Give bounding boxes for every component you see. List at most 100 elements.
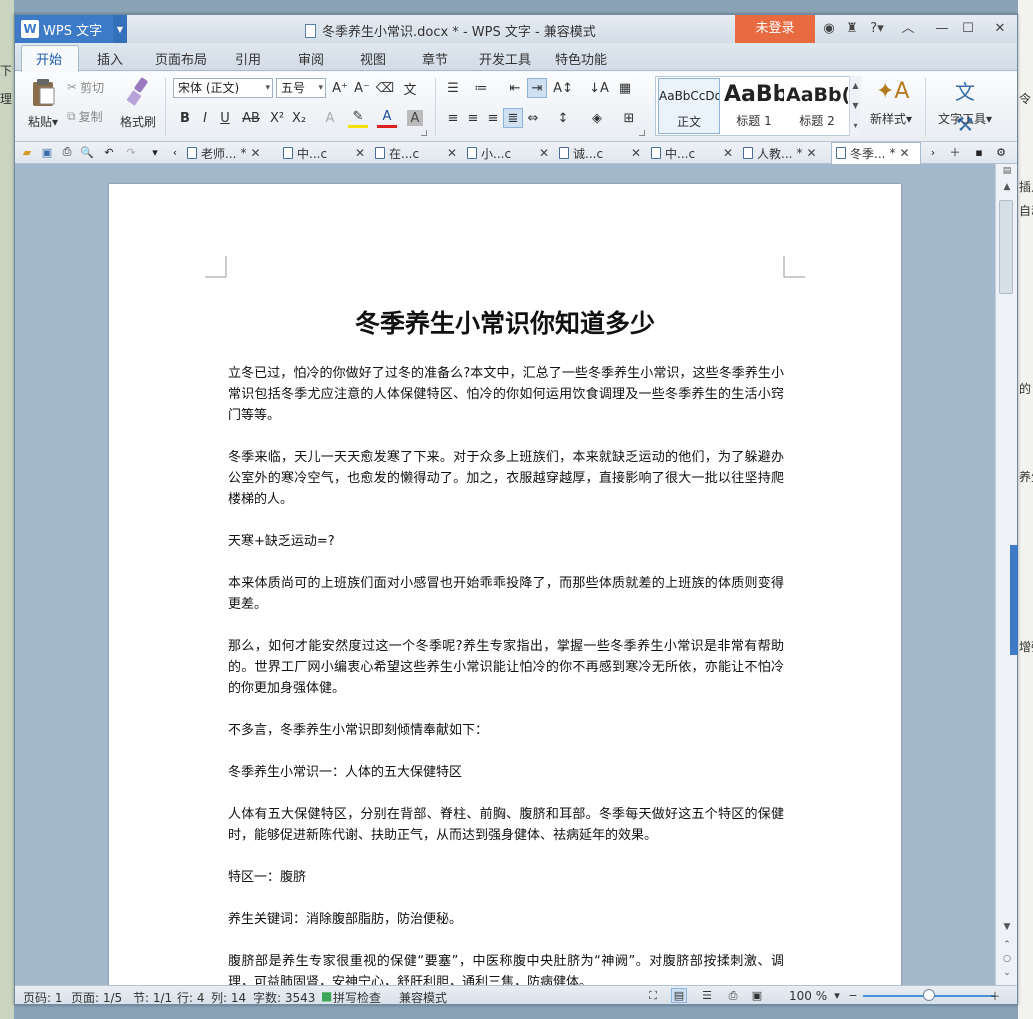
- style-heading1[interactable]: AaBb 标题 1: [724, 78, 784, 134]
- justify-icon[interactable]: ≣: [503, 108, 523, 128]
- tab-references[interactable]: 引用: [235, 49, 261, 68]
- highlight-icon[interactable]: ✎: [348, 108, 368, 128]
- increase-indent-icon[interactable]: ⇥: [527, 78, 547, 98]
- status-row[interactable]: 行: 4: [177, 989, 205, 1004]
- border-icon[interactable]: ⊞: [619, 108, 639, 128]
- status-pages[interactable]: 页面: 1/5: [71, 989, 122, 1004]
- shrink-font-icon[interactable]: A⁻: [352, 78, 372, 98]
- settings-icon[interactable]: ⚙: [993, 144, 1009, 160]
- scroll-up-icon[interactable]: ▲: [999, 182, 1015, 196]
- new-tab-icon[interactable]: ＋: [947, 144, 963, 160]
- document-page[interactable]: 冬季养生小常识你知道多少 立冬已过，怕冷的你做好了过冬的准备么?本文中，汇总了一…: [109, 184, 901, 1004]
- paragraph-dialog-launcher[interactable]: [639, 130, 645, 136]
- doc-tab-active[interactable]: 冬季... * ✕: [831, 142, 921, 164]
- status-word-count[interactable]: 字数: 3543: [253, 989, 315, 1004]
- fullscreen-icon[interactable]: ⛶: [645, 988, 661, 1003]
- tab-chapter[interactable]: 章节: [422, 49, 448, 68]
- collapse-ribbon-icon[interactable]: ︿: [899, 20, 917, 38]
- doc-tab[interactable]: 老师... * ✕: [187, 143, 261, 163]
- tab-special-features[interactable]: 特色功能: [555, 49, 607, 68]
- open-icon[interactable]: ▰: [19, 144, 35, 160]
- cut-button[interactable]: ✂ 剪切: [67, 77, 104, 97]
- close-tab-icon[interactable]: ✕: [806, 146, 816, 160]
- clear-format-icon[interactable]: ⌫: [375, 78, 395, 98]
- style-normal[interactable]: AaBbCcDd 正文: [658, 78, 720, 134]
- paste-button[interactable]: 粘贴▾: [23, 76, 63, 130]
- align-right-icon[interactable]: ≡: [483, 108, 503, 128]
- italic-icon[interactable]: I: [195, 108, 215, 128]
- tab-insert[interactable]: 插入: [97, 49, 123, 68]
- close-tab-icon[interactable]: ✕: [723, 146, 733, 160]
- table-icon[interactable]: ▦: [615, 78, 635, 98]
- shading-icon[interactable]: ◈: [587, 108, 607, 128]
- quick-access-dropdown-icon[interactable]: ▾: [147, 144, 163, 160]
- style-gallery-scroll[interactable]: ▲ ▼ ▾: [849, 76, 861, 136]
- minimize-icon[interactable]: —: [933, 20, 951, 38]
- tab-home[interactable]: 开始: [36, 49, 62, 68]
- close-tab-icon[interactable]: ✕: [250, 146, 260, 160]
- font-dialog-launcher[interactable]: [421, 130, 427, 136]
- tab-page-layout[interactable]: 页面布局: [155, 49, 207, 68]
- redo-icon[interactable]: ↷: [123, 144, 139, 160]
- doc-tab[interactable]: 中...c ✕: [651, 143, 733, 163]
- text-tools-button[interactable]: 文⚒ 文字工具▾: [933, 76, 997, 136]
- doc-tab[interactable]: 人教... * ✕: [743, 143, 817, 163]
- number-list-icon[interactable]: ≔: [471, 78, 491, 98]
- status-section[interactable]: 节: 1/1: [133, 989, 172, 1004]
- close-tab-icon[interactable]: ✕: [899, 146, 909, 160]
- zoom-slider-thumb[interactable]: [923, 989, 935, 1001]
- maximize-icon[interactable]: ☐: [959, 20, 977, 38]
- format-painter-button[interactable]: 格式刷: [117, 76, 159, 130]
- char-shading-icon[interactable]: A: [407, 110, 423, 126]
- select-browse-icon[interactable]: ○: [999, 954, 1015, 968]
- bullet-list-icon[interactable]: ☰: [443, 78, 463, 98]
- scroll-page-icon[interactable]: ▤: [999, 166, 1015, 180]
- copy-button[interactable]: ⧉ 复制: [67, 106, 103, 126]
- pinyin-icon[interactable]: 文: [400, 78, 420, 98]
- help-icon[interactable]: ?▾: [865, 20, 889, 38]
- close-tab-icon[interactable]: ✕: [447, 146, 457, 160]
- superscript-icon[interactable]: X²: [267, 108, 287, 128]
- status-zoom[interactable]: 100 %: [789, 989, 827, 1003]
- shirt-icon[interactable]: ♜: [843, 20, 861, 38]
- bold-icon[interactable]: B: [175, 108, 195, 128]
- print-icon[interactable]: ⎙: [59, 144, 75, 160]
- decrease-indent-icon[interactable]: ⇤: [505, 78, 525, 98]
- tab-review[interactable]: 审阅: [298, 49, 324, 68]
- sort-icon[interactable]: ↓A: [589, 78, 609, 98]
- doc-tab[interactable]: 诚...c ✕: [559, 143, 641, 163]
- font-size-select[interactable]: 五号: [276, 78, 326, 98]
- close-tab-icon[interactable]: ✕: [539, 146, 549, 160]
- zoom-menu-icon[interactable]: ▾: [829, 988, 845, 1003]
- outline-view-icon[interactable]: ☰: [699, 988, 715, 1003]
- web-view-icon[interactable]: ▣: [749, 988, 765, 1003]
- login-button[interactable]: 未登录: [735, 15, 815, 43]
- tab-view[interactable]: 视图: [360, 49, 386, 68]
- status-page-code[interactable]: 页码: 1: [23, 989, 63, 1004]
- close-icon[interactable]: ✕: [991, 20, 1009, 38]
- doc-tab[interactable]: 在...c ✕: [375, 143, 457, 163]
- zoom-out-icon[interactable]: −: [845, 988, 861, 1003]
- distribute-icon[interactable]: ⇔: [523, 108, 543, 128]
- scroll-down-icon[interactable]: ▼: [999, 922, 1015, 936]
- font-color-icon[interactable]: A: [377, 108, 397, 128]
- app-menu-button[interactable]: W WPS 文字: [15, 15, 125, 43]
- scroll-thumb[interactable]: [999, 200, 1013, 294]
- prev-page-icon[interactable]: ⌃: [999, 940, 1015, 954]
- doc-tab[interactable]: 小...c ✕: [467, 143, 549, 163]
- underline-icon[interactable]: U: [215, 108, 235, 128]
- close-tab-icon[interactable]: ✕: [631, 146, 641, 160]
- save-icon[interactable]: ▣: [39, 144, 55, 160]
- text-effect-icon[interactable]: A: [320, 108, 340, 128]
- align-center-icon[interactable]: ≡: [463, 108, 483, 128]
- text-direction-icon[interactable]: A↕: [553, 78, 573, 98]
- tab-list-icon[interactable]: ▪: [971, 144, 987, 160]
- tab-scroll-right-icon[interactable]: ›: [925, 144, 941, 160]
- status-spellcheck[interactable]: 拼写检查: [333, 989, 381, 1004]
- app-menu-dropdown-icon[interactable]: ▼: [113, 15, 127, 43]
- align-left-icon[interactable]: ≡: [443, 108, 463, 128]
- status-col[interactable]: 列: 14: [211, 989, 246, 1004]
- print-preview-icon[interactable]: 🔍: [79, 144, 95, 160]
- strikethrough-icon[interactable]: AB: [241, 108, 261, 128]
- close-tab-icon[interactable]: ✕: [355, 146, 365, 160]
